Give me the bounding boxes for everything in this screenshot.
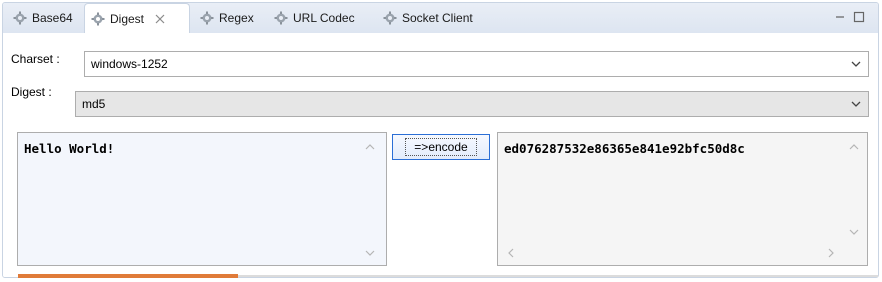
tab-url-codec[interactable]: URL Codec — [268, 3, 374, 33]
status-divider — [238, 275, 878, 277]
tab-label: Regex — [219, 11, 254, 25]
gear-icon — [91, 12, 105, 26]
scroll-down-icon[interactable] — [364, 248, 376, 258]
chevron-down-icon — [851, 101, 861, 107]
scroll-up-icon[interactable] — [364, 142, 376, 152]
scroll-down-icon[interactable] — [848, 227, 860, 237]
close-icon[interactable] — [155, 14, 165, 24]
gear-icon — [13, 11, 27, 25]
digest-view: Base64 Digest Regex URL Codec Socket Cli… — [2, 2, 879, 278]
tab-label: Base64 — [32, 11, 73, 25]
tab-digest[interactable]: Digest — [84, 3, 190, 34]
gear-icon — [383, 11, 397, 25]
tab-base64[interactable]: Base64 — [7, 3, 83, 33]
scroll-left-icon[interactable] — [506, 247, 516, 259]
tab-bar: Base64 Digest Regex URL Codec Socket Cli… — [3, 3, 878, 34]
tab-label: URL Codec — [293, 11, 355, 25]
charset-label: Charset : — [11, 52, 60, 66]
gear-icon — [200, 11, 214, 25]
minimize-icon[interactable] — [834, 11, 846, 23]
scroll-up-icon[interactable] — [848, 142, 860, 152]
input-text: Hello World! — [24, 141, 115, 156]
charset-value: windows-1252 — [91, 57, 168, 71]
digest-select[interactable]: md5 — [75, 91, 869, 117]
output-text: ed076287532e86365e841e92bfc50d8c — [504, 141, 745, 156]
digest-value: md5 — [82, 97, 106, 111]
tab-label: Digest — [110, 12, 145, 26]
maximize-icon[interactable] — [853, 11, 865, 23]
digest-label: Digest : — [11, 85, 52, 99]
tab-socket-client[interactable]: Socket Client — [377, 3, 497, 33]
encode-button-label: =>encode — [405, 138, 477, 156]
tab-label: Socket Client — [402, 11, 473, 25]
output-textarea[interactable]: ed076287532e86365e841e92bfc50d8c — [497, 132, 868, 266]
digest-panel: Charset : windows-1252 Digest : md5 Hell… — [3, 33, 878, 277]
tab-regex[interactable]: Regex — [194, 3, 266, 33]
status-strip — [18, 274, 238, 278]
chevron-down-icon — [851, 61, 861, 67]
encode-button[interactable]: =>encode — [392, 134, 490, 160]
input-textarea[interactable]: Hello World! — [17, 132, 387, 266]
gear-icon — [274, 11, 288, 25]
charset-select[interactable]: windows-1252 — [84, 51, 869, 77]
scroll-right-icon[interactable] — [826, 247, 836, 259]
